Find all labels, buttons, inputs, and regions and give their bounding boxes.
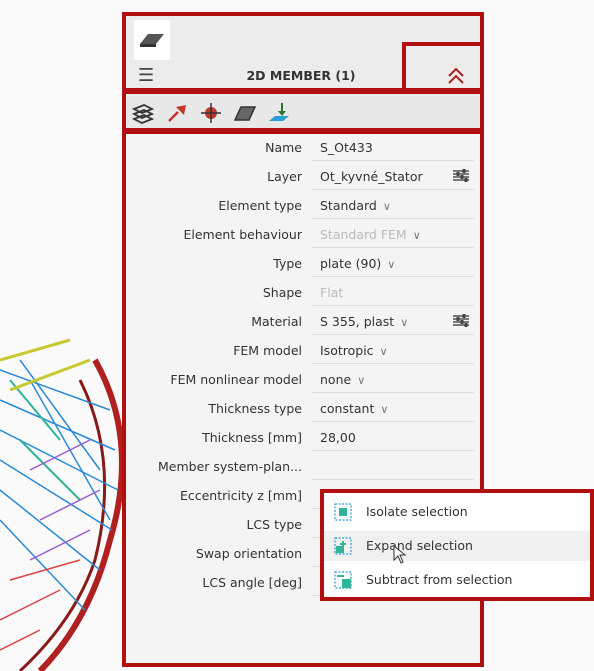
expand-selection-label: Expand selection [366,538,473,553]
property-row: Name S_Ot433 [122,136,480,162]
settings-sliders-icon[interactable] [452,169,470,185]
property-value: Standard FEM [320,227,407,242]
property-dropdown: Standard FEM ∨ [312,223,474,248]
selection-context-menu: Isolate selection Expand selection Subtr… [322,493,594,601]
property-value: plate (90) [320,256,382,271]
chevron-down-icon: ∨ [412,229,421,242]
property-value: none [320,372,352,387]
property-label: FEM model [233,343,302,358]
property-label: LCS angle [deg] [202,575,302,590]
panel-toolbar [122,96,480,130]
property-row: Thickness [mm] 28,00 [122,426,480,452]
expand-selection-icon [334,537,352,555]
property-value: S 355, plast [320,314,395,329]
property-label: Thickness [mm] [202,430,302,445]
chevron-down-icon: ∨ [400,316,409,329]
property-label: Shape [262,285,302,300]
property-value-field: Flat [312,281,474,306]
expand-selection-item[interactable]: Expand selection [322,531,594,564]
mouse-cursor-icon [393,545,407,564]
property-label: Type [273,256,302,271]
panel-title: 2D MEMBER (1) [246,68,356,83]
property-row: FEM model Isotropic ∨ [122,339,480,365]
collapse-button[interactable] [444,64,468,88]
plane-icon [233,106,257,121]
chevron-down-icon: ∨ [387,258,396,271]
isolate-selection-icon [334,503,352,521]
move-button[interactable] [198,101,224,125]
property-row: Element type Standard ∨ [122,194,480,220]
property-label: Element type [218,198,302,213]
layers-icon [131,104,155,124]
property-value-field[interactable]: Ot_kyvné_Stator [312,165,474,190]
layers-button[interactable] [130,101,156,125]
property-label: Material [251,314,302,329]
property-dropdown[interactable]: constant ∨ [312,397,474,422]
property-label: Thickness type [208,401,302,416]
property-dropdown[interactable]: none ∨ [312,368,474,393]
plane-button[interactable] [232,101,258,125]
settings-sliders-icon[interactable] [452,314,470,330]
pin-button[interactable] [164,101,190,125]
property-label: Swap orientation [195,546,302,561]
property-value: Ot_kyvné_Stator [320,169,423,184]
property-dropdown[interactable]: plate (90) ∨ [312,252,474,277]
load-button[interactable] [266,101,292,125]
plate-tab[interactable] [134,20,170,60]
property-label: FEM nonlinear model [170,372,302,387]
property-label: Member system-plan... [157,459,302,474]
double-chevron-up-icon [448,67,464,84]
property-row: Thickness type constant ∨ [122,397,480,423]
property-value-field[interactable] [312,455,474,480]
property-label: LCS type [246,517,302,532]
property-value: Flat [320,285,344,300]
property-label: Name [265,140,302,155]
structure-model-graphic [0,338,125,671]
property-dropdown[interactable]: Isotropic ∨ [312,339,474,364]
chevron-down-icon: ∨ [382,200,391,213]
property-row: Layer Ot_kyvné_Stator [122,165,480,191]
property-row: Shape Flat [122,281,480,307]
property-value: constant [320,401,375,416]
chevron-down-icon: ∨ [357,374,366,387]
subtract-selection-item[interactable]: Subtract from selection [322,565,594,595]
pin-icon [168,105,186,122]
property-value: Isotropic [320,343,374,358]
chevron-down-icon: ∨ [379,345,388,358]
property-row: Member system-plan... [122,455,480,481]
chevron-down-icon: ∨ [380,403,389,416]
property-dropdown[interactable]: Standard ∨ [312,194,474,219]
load-icon [269,103,289,121]
property-value: S_Ot433 [320,140,373,155]
property-dropdown[interactable]: S 355, plast ∨ [312,310,474,335]
property-label: Element behaviour [183,227,302,242]
isolate-selection-item[interactable]: Isolate selection [322,497,594,527]
plate-icon [140,34,164,47]
property-row: FEM nonlinear model none ∨ [122,368,480,394]
panel-header: ☰ 2D MEMBER (1) [122,12,480,96]
property-value-field[interactable]: 28,00 [312,426,474,451]
property-row: Material S 355, plast ∨ [122,310,480,336]
property-label: Layer [267,169,302,184]
property-value: 28,00 [320,430,356,445]
property-row: Element behaviour Standard FEM ∨ [122,223,480,249]
subtract-selection-label: Subtract from selection [366,572,513,587]
property-row: Type plate (90) ∨ [122,252,480,278]
property-value: Standard [320,198,377,213]
property-label: Eccentricity z [mm] [179,488,302,503]
subtract-selection-icon [334,571,352,589]
move-icon [201,103,221,123]
isolate-selection-label: Isolate selection [366,504,468,519]
property-value-field[interactable]: S_Ot433 [312,136,474,161]
